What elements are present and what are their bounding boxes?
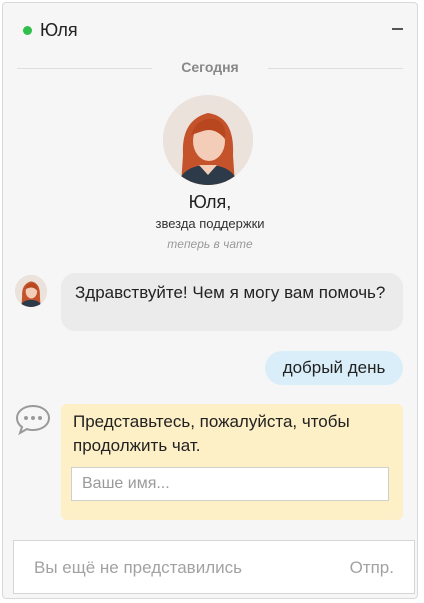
header-agent-name: Юля — [40, 20, 78, 40]
introduce-prompt-card: Представьтесь, пожалуйста, чтобы продолж… — [61, 404, 403, 520]
message-composer[interactable]: Вы ещё не представились Отпр. — [13, 540, 415, 594]
agent-message-bubble: Здравствуйте! Чем я могу вам помочь? — [61, 273, 403, 331]
agent-card-status: теперь в чате — [167, 237, 253, 251]
divider-line — [268, 68, 403, 69]
name-input[interactable] — [71, 467, 389, 501]
agent-avatar — [163, 95, 253, 185]
introduce-prompt-text: Представьтесь, пожалуйста, чтобы продолж… — [73, 412, 350, 455]
minus-icon[interactable] — [389, 17, 407, 35]
user-message-bubble: добрый день — [265, 351, 403, 385]
send-button[interactable]: Отпр. — [350, 558, 394, 578]
chat-header: Юля — [3, 3, 417, 53]
online-status-indicator — [23, 26, 32, 35]
date-divider: Сегодня — [17, 59, 403, 79]
chat-bubble-icon — [15, 403, 51, 436]
agent-card-name: Юля, — [188, 192, 232, 212]
agent-card-role: звезда поддержки — [155, 216, 265, 231]
chat-widget: Юля Сегодня Юля, звезда поддержки теперь… — [2, 2, 418, 599]
message-input[interactable]: Вы ещё не представились — [34, 558, 242, 578]
message-agent-avatar — [15, 275, 47, 307]
date-divider-label: Сегодня — [181, 59, 239, 75]
